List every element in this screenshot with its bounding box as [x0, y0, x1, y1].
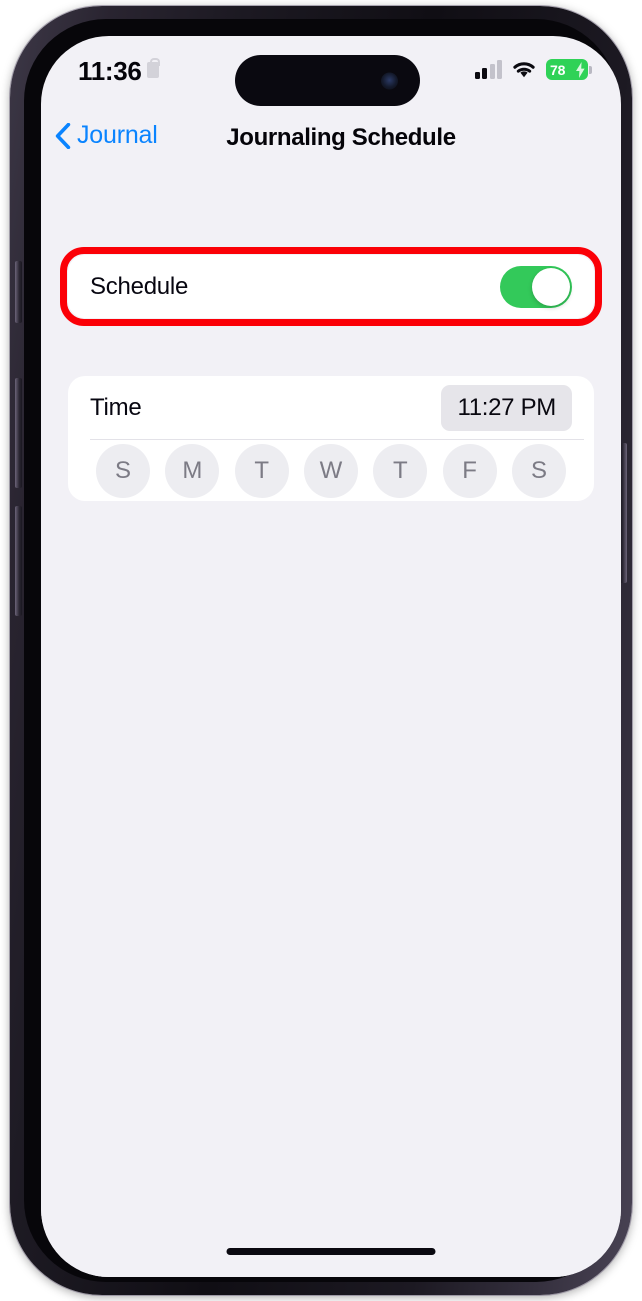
day-circle-saturday[interactable]: S	[511, 443, 566, 498]
action-button[interactable]	[15, 261, 22, 323]
status-bar-time: 11:36	[78, 56, 142, 86]
time-value-button[interactable]: 11:27 PM	[441, 384, 572, 431]
time-label: Time	[90, 393, 142, 421]
day-circle-thursday[interactable]: T	[373, 443, 428, 498]
cellular-signal-icon	[474, 60, 502, 79]
phone-device-frame: 11:36 78 Journal Journaling Schedule Sch…	[10, 6, 632, 1295]
volume-down-button[interactable]	[15, 506, 22, 616]
toggle-knob	[532, 267, 570, 306]
charging-bolt-icon	[576, 61, 585, 78]
day-circle-tuesday[interactable]: T	[234, 443, 289, 498]
page-title: Journaling Schedule	[226, 124, 456, 151]
battery-icon: 78	[546, 59, 592, 80]
front-camera-icon	[381, 72, 398, 89]
lock-icon	[147, 58, 160, 78]
phone-screen: 11:36 78 Journal Journaling Schedule Sch…	[41, 36, 621, 1277]
schedule-card: Schedule	[68, 255, 594, 318]
settings-content: Schedule Time 11:27 PM S M T W T F S	[41, 168, 621, 1277]
schedule-label: Schedule	[90, 272, 189, 300]
time-row[interactable]: Time 11:27 PM	[68, 376, 594, 439]
day-circle-monday[interactable]: M	[165, 443, 220, 498]
wifi-icon	[511, 60, 537, 79]
day-circle-friday[interactable]: F	[442, 443, 497, 498]
home-indicator[interactable]	[226, 1248, 436, 1255]
volume-up-button[interactable]	[15, 378, 22, 488]
dynamic-island	[235, 55, 420, 106]
schedule-toggle[interactable]	[500, 265, 572, 308]
navigation-bar: Journal Journaling Schedule	[41, 112, 621, 168]
status-bar: 11:36 78	[41, 36, 621, 112]
power-button[interactable]	[620, 443, 627, 583]
day-circle-wednesday[interactable]: W	[303, 443, 358, 498]
time-card: Time 11:27 PM S M T W T F S	[68, 376, 594, 501]
battery-percent-label: 78	[550, 61, 566, 78]
day-of-week-selector: S M T W T F S	[68, 440, 594, 501]
status-bar-indicators: 78	[474, 59, 592, 80]
schedule-row[interactable]: Schedule	[68, 255, 594, 318]
day-circle-sunday[interactable]: S	[96, 443, 150, 498]
